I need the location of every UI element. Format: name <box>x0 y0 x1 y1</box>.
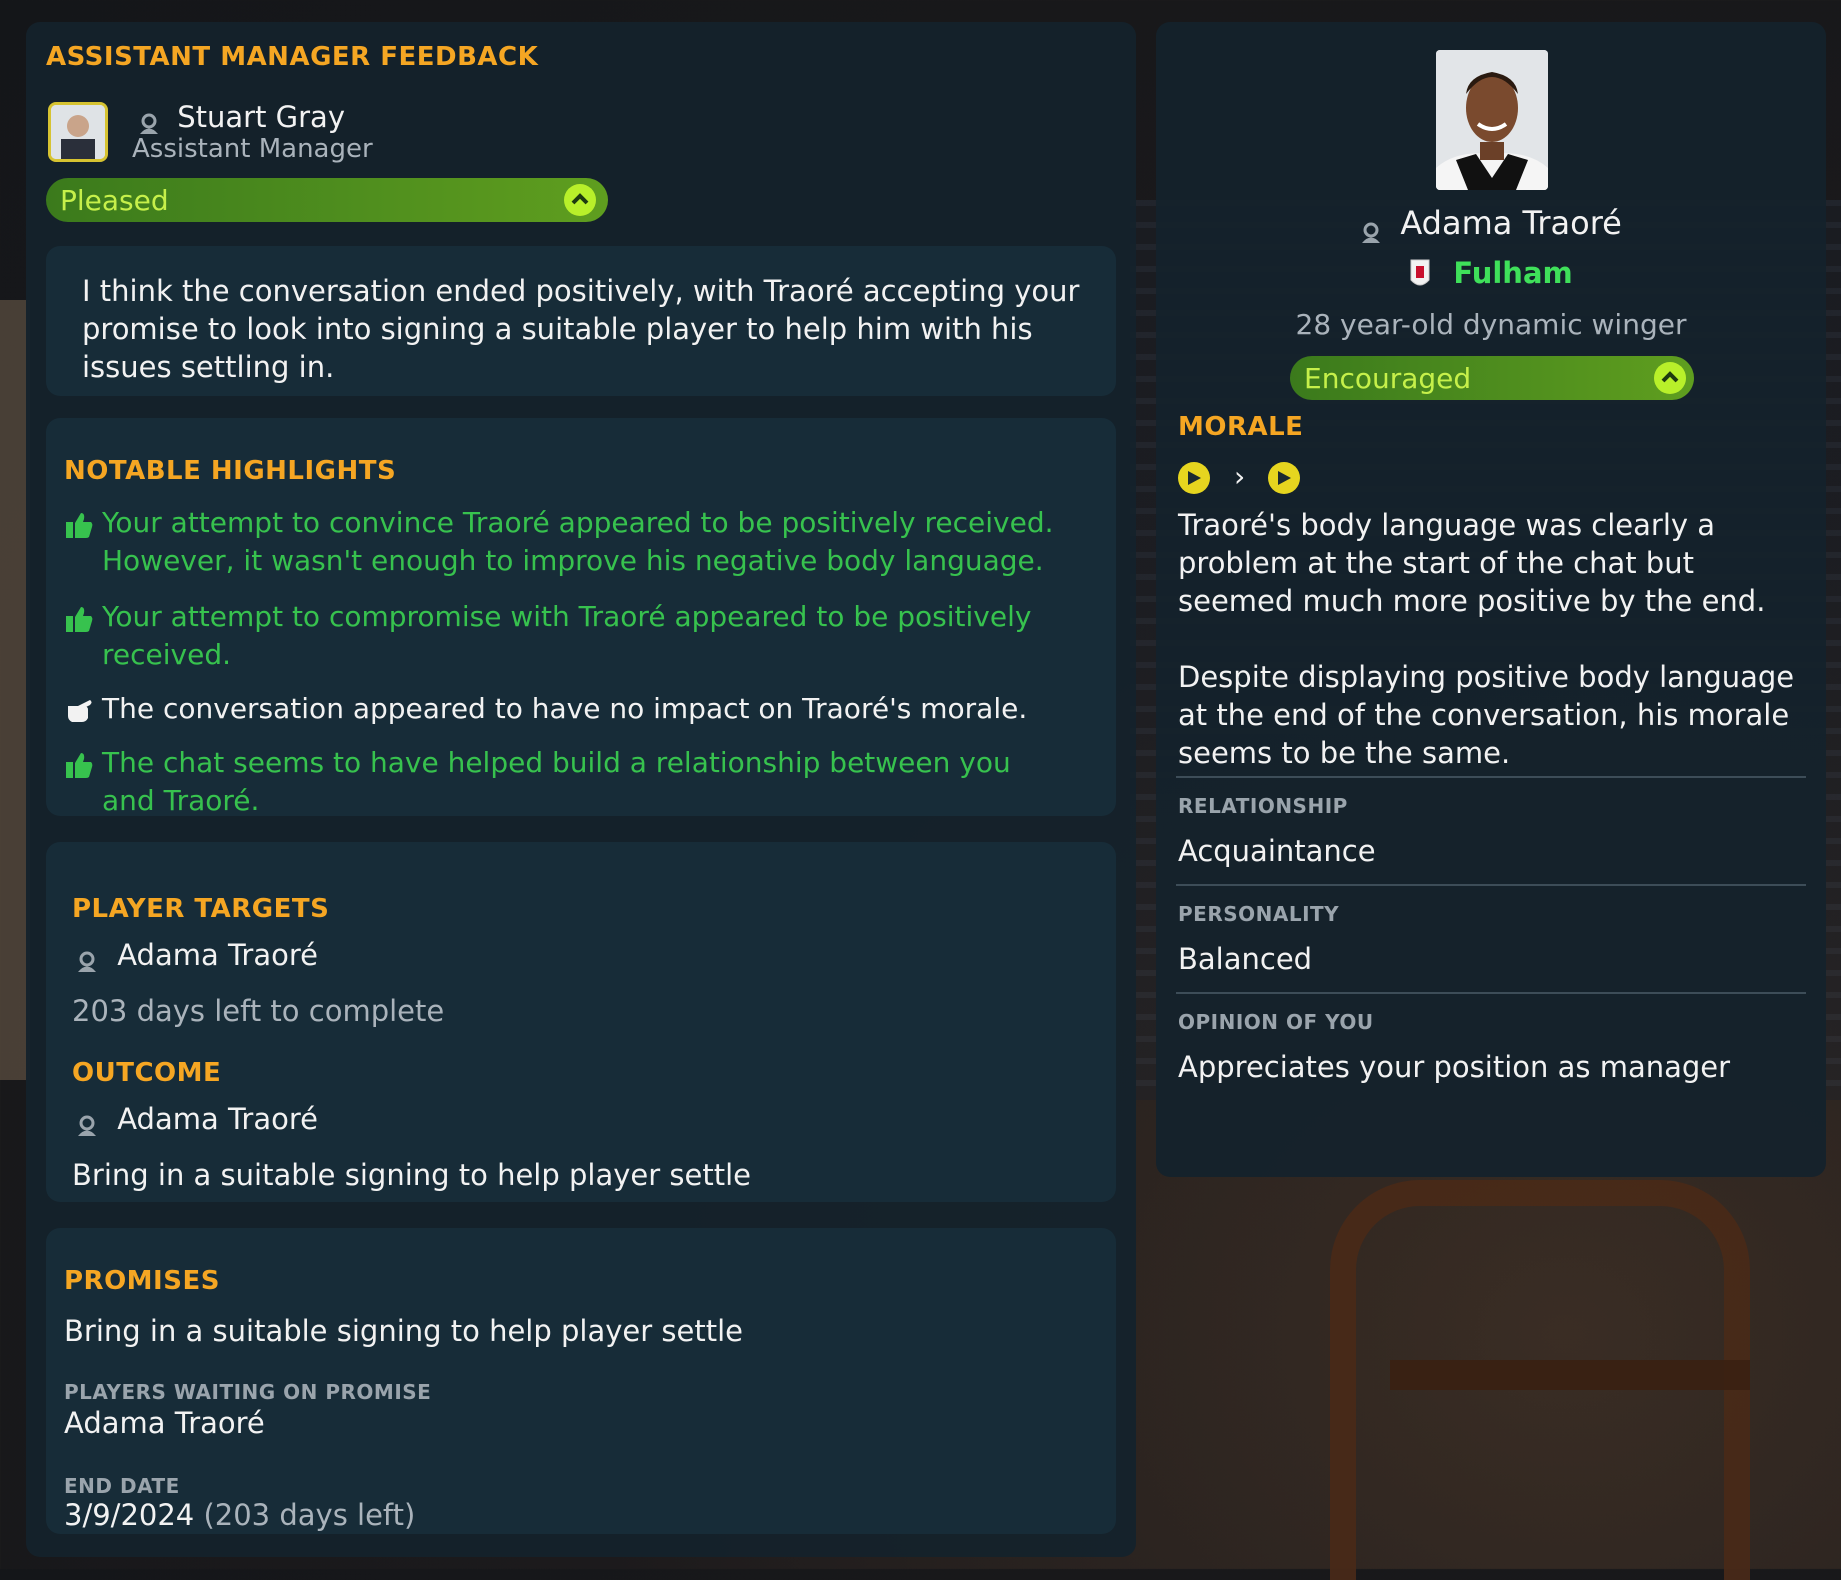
end-date-days: (203 days left) <box>203 1498 416 1532</box>
feedback-heading: ASSISTANT MANAGER FEEDBACK <box>46 42 539 72</box>
person-icon <box>1360 214 1382 243</box>
feedback-quote: I think the conversation ended positivel… <box>82 274 1080 384</box>
chevron-up-icon <box>1654 362 1686 394</box>
end-date-label: END DATE <box>64 1474 180 1498</box>
player-club[interactable]: Fulham <box>1453 256 1572 290</box>
person-icon <box>138 108 160 134</box>
feedback-quote-card: I think the conversation ended positivel… <box>46 246 1116 396</box>
highlights-card: NOTABLE HIGHLIGHTS Your attempt to convi… <box>46 418 1116 817</box>
target-player-row[interactable]: Adama Traoré <box>76 938 318 972</box>
player-name[interactable]: Adama Traoré <box>1400 204 1622 242</box>
highlights-heading: NOTABLE HIGHLIGHTS <box>64 456 397 486</box>
opinion-label: OPINION OF YOU <box>1178 1010 1374 1034</box>
divider <box>1176 884 1806 886</box>
target-days-left: 203 days left to complete <box>72 994 445 1028</box>
staff-name-row[interactable]: Stuart Gray <box>138 100 345 134</box>
divider <box>1176 776 1806 778</box>
opinion-value: Appreciates your position as manager <box>1178 1050 1731 1084</box>
target-player-name[interactable]: Adama Traoré <box>117 938 318 972</box>
person-icon <box>76 1110 98 1136</box>
chevron-up-icon <box>564 184 596 216</box>
thumbs-sideways-icon <box>64 696 94 726</box>
personality-value: Balanced <box>1178 942 1313 976</box>
relationship-label: RELATIONSHIP <box>1178 794 1348 818</box>
player-panel: Adama Traoré Fulham 28 year-old dynamic … <box>1156 22 1826 1177</box>
assistant-feedback-panel: ASSISTANT MANAGER FEEDBACK Stuart Gray A… <box>26 22 1136 1557</box>
chevron-right-icon: › <box>1234 460 1246 493</box>
morale-arrow-icon <box>1178 462 1210 494</box>
highlight-text: The conversation appeared to have no imp… <box>102 692 1028 725</box>
staff-name[interactable]: Stuart Gray <box>177 100 345 134</box>
player-name-row[interactable]: Adama Traoré <box>1156 204 1826 243</box>
highlight-text: The chat seems to have helped build a re… <box>102 746 1011 817</box>
player-mood-label: Encouraged <box>1304 362 1472 395</box>
morale-heading: MORALE <box>1178 412 1304 442</box>
promise-text: Bring in a suitable signing to help play… <box>64 1314 743 1348</box>
player-description: 28 year-old dynamic winger <box>1295 308 1687 341</box>
staff-mood-label: Pleased <box>60 184 169 217</box>
targets-heading: PLAYER TARGETS <box>72 894 330 924</box>
staff-avatar[interactable] <box>48 102 108 162</box>
club-crest-icon <box>1409 258 1431 292</box>
morale-text-1: Traoré's body language was clearly a pro… <box>1178 508 1766 618</box>
player-mood-bar: Encouraged <box>1290 356 1694 400</box>
player-photo[interactable] <box>1436 50 1548 190</box>
outcome-player-name[interactable]: Adama Traoré <box>117 1102 318 1136</box>
promises-heading: PROMISES <box>64 1266 220 1296</box>
relationship-value: Acquaintance <box>1178 834 1376 868</box>
personality-label: PERSONALITY <box>1178 902 1340 926</box>
outcome-player-row[interactable]: Adama Traoré <box>76 1102 318 1136</box>
waiting-player[interactable]: Adama Traoré <box>64 1406 265 1440</box>
background-chair-seat <box>1390 1360 1750 1390</box>
morale-arrow-icon <box>1268 462 1300 494</box>
thumbs-up-icon <box>64 750 94 780</box>
player-club-row[interactable]: Fulham <box>1156 256 1826 292</box>
highlight-text: Your attempt to compromise with Traoré a… <box>102 600 1032 671</box>
thumbs-up-icon <box>64 510 94 540</box>
end-date: 3/9/2024 <box>64 1498 195 1532</box>
promises-card: PROMISES Bring in a suitable signing to … <box>46 1228 1116 1534</box>
morale-text-2: Despite displaying positive body languag… <box>1178 660 1795 770</box>
outcome-text: Bring in a suitable signing to help play… <box>72 1158 751 1192</box>
player-targets-card: PLAYER TARGETS Adama Traoré 203 days lef… <box>46 842 1116 1202</box>
thumbs-up-icon <box>64 604 94 634</box>
staff-role: Assistant Manager <box>132 134 373 164</box>
highlight-text: Your attempt to convince Traoré appeared… <box>102 506 1054 577</box>
end-date-row: 3/9/2024 (203 days left) <box>64 1498 415 1532</box>
waiting-label: PLAYERS WAITING ON PROMISE <box>64 1380 432 1404</box>
outcome-heading: OUTCOME <box>72 1058 222 1088</box>
staff-mood-bar: Pleased <box>46 178 608 222</box>
person-icon <box>76 946 98 972</box>
divider <box>1176 992 1806 994</box>
